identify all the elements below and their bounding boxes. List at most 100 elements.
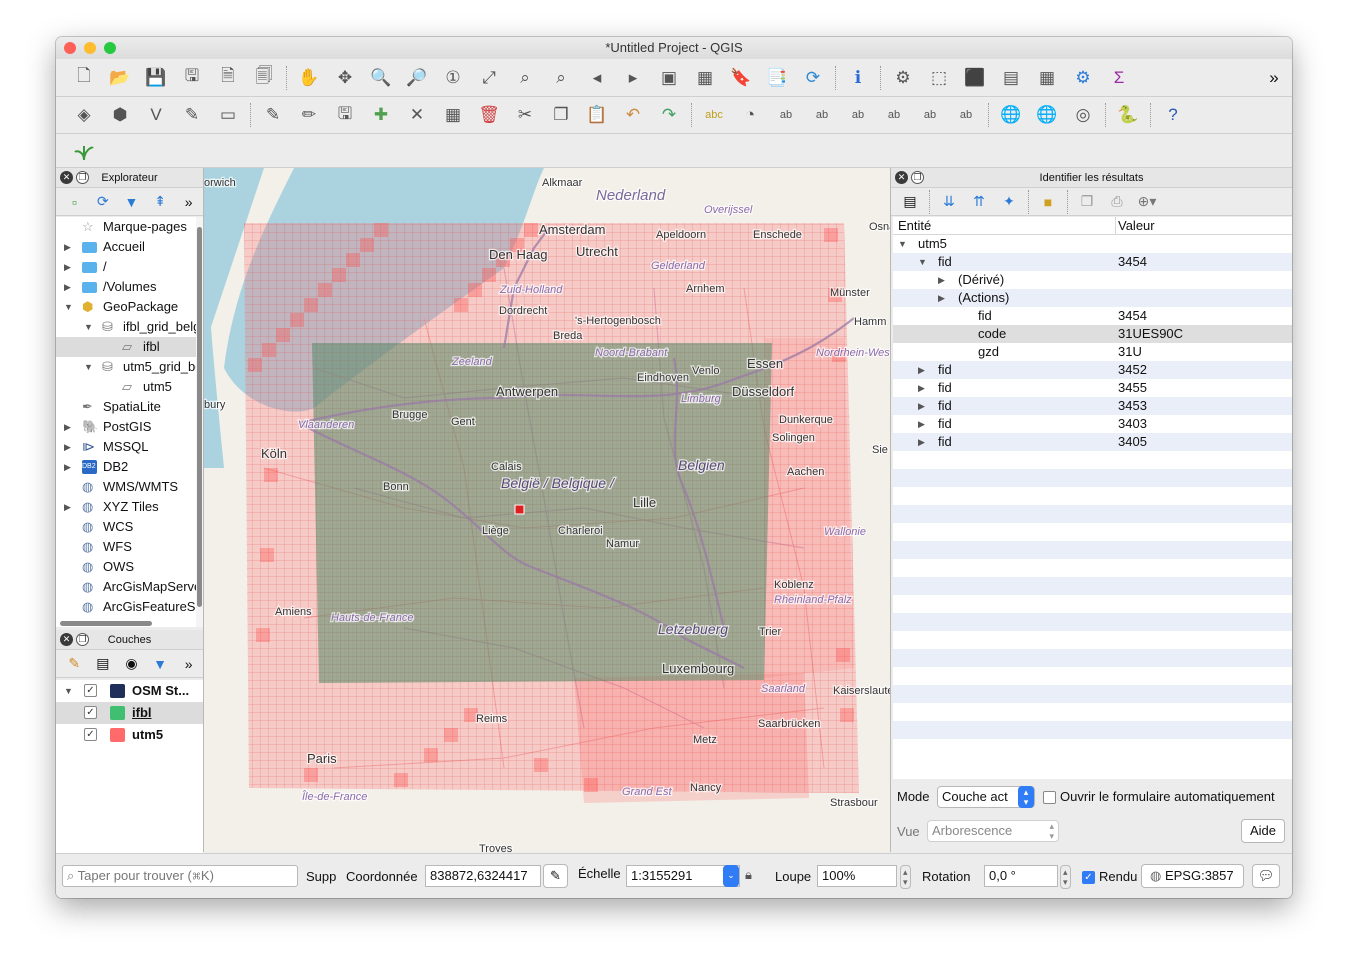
clear-results-icon[interactable]: ■ [1037,191,1059,213]
new-map-view-icon[interactable]: ▣ [655,64,683,92]
save-as-icon[interactable]: 🖫 [178,64,206,92]
float-panel-icon[interactable]: ❐ [76,171,89,184]
statistics-icon[interactable]: Σ [1105,64,1133,92]
locator-search-input[interactable]: ⌕ Taper pour trouver (⌘K) [62,865,298,887]
lock-scale-icon[interactable]: 🔒︎ [745,867,752,883]
identify-row[interactable]: ▶ fid 3452 [893,361,1292,379]
collapsed-arrow-icon[interactable]: ▶ [918,415,925,433]
identify-row[interactable]: fid 3454 [893,307,1292,325]
collapsed-arrow-icon[interactable]: ▶ [64,257,71,277]
show-hide-label-icon[interactable]: ab [844,101,872,129]
column-value[interactable]: Valeur [1118,218,1155,233]
identify-mode-icon[interactable]: ⊕▾ [1136,191,1158,213]
identify-row[interactable]: code 31UES90C [893,325,1292,343]
find-wms-icon[interactable]: 🌐 [1033,101,1061,129]
expanded-arrow-icon[interactable]: ▼ [918,253,927,271]
collapse-all-icon[interactable]: ⇈ [968,191,990,213]
explorer-item-ifbl-grid-belg[interactable]: ▼ ⛁ ifbl_grid_belg [56,317,196,337]
zoom-to-layer-icon[interactable]: ⌕ [547,64,575,92]
copy-features-icon[interactable]: ❐ [547,101,575,129]
new-project-icon[interactable]: 🗋 [70,64,98,92]
expand-all-icon[interactable]: ⇊ [938,191,960,213]
explorer-item-wfs[interactable]: ◍ WFS [56,537,196,557]
layer-item-utm5[interactable]: ✓ utm5 [56,724,203,746]
layer-item-ifbl[interactable]: ✓ ifbl [56,702,203,724]
float-panel-icon[interactable]: ❐ [911,171,924,184]
current-edits-icon[interactable]: ✎ [259,101,287,129]
print-icon[interactable]: ⎙ [1106,191,1128,213]
filter-icon[interactable]: ▼ [121,191,142,213]
open-project-icon[interactable]: 📂 [106,64,134,92]
explorer-item-geopackage[interactable]: ▼ ⬢ GeoPackage [56,297,196,317]
zoom-window-button[interactable] [104,42,116,54]
python-icon[interactable]: 🐍 [1114,101,1142,129]
save-project-icon[interactable]: 💾 [142,64,170,92]
zoom-next-icon[interactable]: ▸ [619,64,647,92]
zoom-out-icon[interactable]: 🔎 [403,64,431,92]
copy-feature-icon[interactable]: ❐ [1076,191,1098,213]
toggle-editing-icon[interactable]: ✏ [295,101,323,129]
zoom-native-icon[interactable]: ① [439,64,467,92]
column-entity[interactable]: Entité [898,218,931,233]
collapsed-arrow-icon[interactable]: ▶ [918,361,925,379]
explorer-h-scrollbar[interactable] [60,621,152,626]
diagram-icon[interactable]: ◔ [736,101,764,129]
explorer-item-ows[interactable]: ◍ OWS [56,557,196,577]
zoom-last-icon[interactable]: ◂ [583,64,611,92]
close-panel-icon[interactable]: ✕ [60,633,73,646]
mode-select[interactable]: Couche act ▴ ▾ [937,786,1035,808]
collapsed-arrow-icon[interactable]: ▶ [918,379,925,397]
save-edits-icon[interactable]: 🖫 [331,101,359,129]
layer-visibility-checkbox[interactable]: ✓ [84,706,97,719]
more-icon[interactable]: » [178,191,199,213]
close-window-button[interactable] [64,42,76,54]
layer-item-osm-st[interactable]: ▼ ✓ OSM St... [56,680,203,702]
vertex-tool-icon[interactable]: ✕ [403,101,431,129]
field-calculator-icon[interactable]: ▦ [1033,64,1061,92]
processing-icon[interactable]: ⚙ [1069,64,1097,92]
refresh-icon[interactable]: ⟳ [799,64,827,92]
label-icon[interactable]: abc [700,101,728,129]
open-form-icon[interactable]: ▤ [899,191,921,213]
rotation-field[interactable]: 0,0 ° [984,865,1058,887]
layout-manager-icon[interactable]: 🗐 [250,64,278,92]
magnifier-stepper[interactable]: ▴ ▾ [900,865,911,889]
explorer-item-[interactable]: ▶ / [56,257,196,277]
more-toolbar-icon[interactable]: » [1260,64,1288,92]
change-label-icon[interactable]: ab [952,101,980,129]
layer-visibility-checkbox[interactable]: ✓ [84,684,97,697]
explorer-item-spatialite[interactable]: ✒ SpatiaLite [56,397,196,417]
identify-row[interactable]: gzd 31U [893,343,1292,361]
identify-row[interactable]: ▼ utm5 [893,235,1292,253]
map-canvas[interactable]: Nederland Amsterdam Den Haag Utrecht Apeldoo… [203,168,891,852]
identify-row[interactable]: ▶ fid 3453 [893,397,1292,415]
close-panel-icon[interactable]: ✕ [895,171,908,184]
manage-visibility-icon[interactable]: ◉ [121,653,142,675]
explorer-item-mssql[interactable]: ▶ ⧐ MSSQL [56,437,196,457]
expanded-arrow-icon[interactable]: ▼ [64,680,73,702]
collapsed-arrow-icon[interactable]: ▶ [938,289,945,307]
rotation-stepper[interactable]: ▴ ▾ [1060,865,1071,889]
new-temp-layer-icon[interactable]: ✎ [178,101,206,129]
paste-features-icon[interactable]: 📋 [583,101,611,129]
rotate-label-icon[interactable]: ab [916,101,944,129]
more-icon[interactable]: » [178,653,199,675]
collapsed-arrow-icon[interactable]: ▶ [64,497,71,517]
collapse-all-icon[interactable]: ⇞ [150,191,171,213]
new-shapefile-icon[interactable]: V [142,101,170,129]
close-panel-icon[interactable]: ✕ [60,171,73,184]
collapsed-arrow-icon[interactable]: ▶ [918,397,925,415]
magnifier-field[interactable]: 100% [817,865,897,887]
explorer-item-wcs[interactable]: ◍ WCS [56,517,196,537]
explorer-item-utm5[interactable]: ▱ utm5 [56,377,196,397]
identify-row[interactable]: ▶ fid 3455 [893,379,1292,397]
messages-icon[interactable]: 💬︎ [1252,864,1280,888]
minimize-window-button[interactable] [84,42,96,54]
pan-to-selection-icon[interactable]: ✥ [331,64,359,92]
help-icon[interactable]: ? [1159,101,1187,129]
undo-icon[interactable]: ↶ [619,101,647,129]
new-print-layout-icon[interactable]: 🗎 [214,64,242,92]
deselect-icon[interactable]: ⬛ [961,64,989,92]
collapsed-arrow-icon[interactable]: ▶ [64,437,71,457]
coordinate-field[interactable]: 838872,6324417 [425,865,541,887]
